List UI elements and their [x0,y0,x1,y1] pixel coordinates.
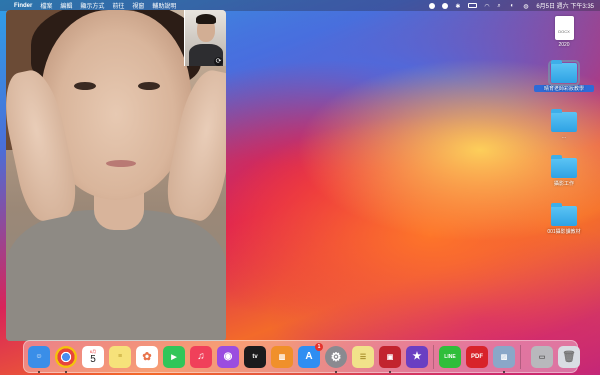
dock-line-icon[interactable]: LINE [439,345,461,368]
imovie-glyph: ★ [412,351,422,362]
calendar-day: 5 [90,353,96,365]
person-mouth [106,160,136,167]
desktop-item-folder[interactable]: ... [534,109,594,140]
menu-help[interactable]: 輔助說明 [152,1,176,10]
dock-books-icon[interactable]: ▥ [271,345,293,368]
menubar-clock[interactable]: 6月5日 週六 下午3:35 [536,1,594,10]
desktop-item-makeup-lessons[interactable]: 晴育老師彩妝教學 [534,60,594,92]
document-type-text: DOCX [558,29,570,34]
app-store-glyph: A [305,351,313,362]
app-menu-finder[interactable]: Finder [14,3,32,9]
dock-photos-icon[interactable]: ✿ [136,345,158,368]
running-indicator [503,370,505,373]
desktop-item-photography-course[interactable]: 001攝影課教材 [534,203,594,235]
desktop-item-label: 2020 [558,42,570,48]
menu-view[interactable]: 顯示方式 [80,1,104,10]
stickies-glyph: ☰ [359,353,367,361]
dock-music-icon[interactable]: ♫ [190,345,212,368]
dock-preview-icon[interactable]: ▨ [493,345,515,373]
dock-pdf-icon[interactable]: PDF [466,345,488,368]
desktop-item-2020[interactable]: DOCX 2020 [534,16,594,48]
dock-notes-icon[interactable]: ≡ [109,345,131,368]
status-area: ✱ ◠ ⌕ ◐ ◍ 6月5日 週六 下午3:35 [429,1,594,10]
battery-icon[interactable] [468,3,478,8]
running-indicator [389,370,391,373]
running-indicator [335,370,337,373]
desktop-item-label: ... [561,134,567,140]
folder-icon [551,109,577,132]
dock-separator [520,344,521,369]
dock-separator [433,344,434,369]
person-right-eye [138,82,160,90]
spotlight-search-icon[interactable]: ⌕ [497,3,503,9]
photos-glyph: ✿ [142,351,152,363]
desktop-item-label: 攝影工作 [553,181,574,187]
wifi-icon[interactable]: ◠ [484,3,490,10]
notification-badge: 1 [315,342,323,351]
line-glyph: LINE [444,353,456,360]
photo-booth-glyph: ▣ [386,353,394,361]
menu-window[interactable]: 視窗 [132,1,144,10]
books-glyph: ▥ [278,353,286,361]
dock-imovie-icon[interactable]: ★ [406,345,428,368]
dock-finder-icon[interactable]: ☺ [28,345,50,373]
dock: ☺ 6月 5 ≡ ✿ ▶ ♫ ◉ tv ▥ A1 ⚙ ☰ ▣ ★ LINE PD… [23,340,580,373]
folder-icon [551,155,577,178]
rotate-camera-icon[interactable]: ⟳ [214,57,223,66]
podcasts-glyph: ◉ [223,351,233,362]
folder-icon [548,60,580,86]
dock-chrome-icon[interactable] [55,345,77,373]
control-center-icon[interactable]: ◐ [510,3,516,9]
dropbox-icon[interactable] [442,2,449,9]
pdf-glyph: PDF [471,353,483,360]
bluetooth-icon[interactable]: ✱ [455,3,461,10]
self-view-hair [196,14,216,24]
desktop-item-label: 晴育老師彩妝教學 [534,85,594,92]
menu-go[interactable]: 前往 [112,1,124,10]
folder-icon [551,203,577,226]
desktop-item-label: 001攝影課教材 [547,229,581,235]
screen-recorder-glyph: ▭ [538,353,546,361]
dock-podcasts-icon[interactable]: ◉ [217,345,239,368]
dock-trash-icon[interactable]: 🗑 [558,345,580,368]
dock-app-store-icon[interactable]: A1 [298,342,323,368]
facetime-glyph: ▶ [171,353,177,361]
desktop-item-photography-work[interactable]: 攝影工作 [534,155,594,187]
self-view-thumbnail[interactable]: ⟳ [184,10,226,66]
notes-glyph: ≡ [117,353,123,360]
dock-screen-recorder-icon[interactable]: ▭ [531,345,553,368]
music-glyph: ♫ [197,351,205,362]
dock-photo-booth-icon[interactable]: ▣ [379,345,401,373]
menu-file[interactable]: 檔案 [40,1,52,10]
dock-facetime-icon[interactable]: ▶ [163,345,185,368]
finder-glyph: ☺ [35,353,43,360]
menu-edit[interactable]: 編輯 [60,1,72,10]
apple-tv-glyph: tv [252,353,258,360]
running-indicator [38,370,40,373]
trash-glyph: 🗑 [562,351,576,363]
dark-mode-icon[interactable] [429,2,436,9]
video-call-window[interactable]: ⟳ [6,10,226,341]
dock-apple-tv-icon[interactable]: tv [244,345,266,368]
dock-stickies-icon[interactable]: ☰ [352,345,374,368]
dock-calendar-icon[interactable]: 6月 5 [82,345,104,368]
dock-system-preferences-icon[interactable]: ⚙ [325,345,347,373]
system-preferences-glyph: ⚙ [330,349,342,364]
siri-icon[interactable]: ◍ [523,3,529,10]
person-left-eye [74,82,96,90]
preview-glyph: ▨ [500,353,508,361]
document-icon: DOCX [554,16,574,40]
running-indicator [65,370,67,373]
